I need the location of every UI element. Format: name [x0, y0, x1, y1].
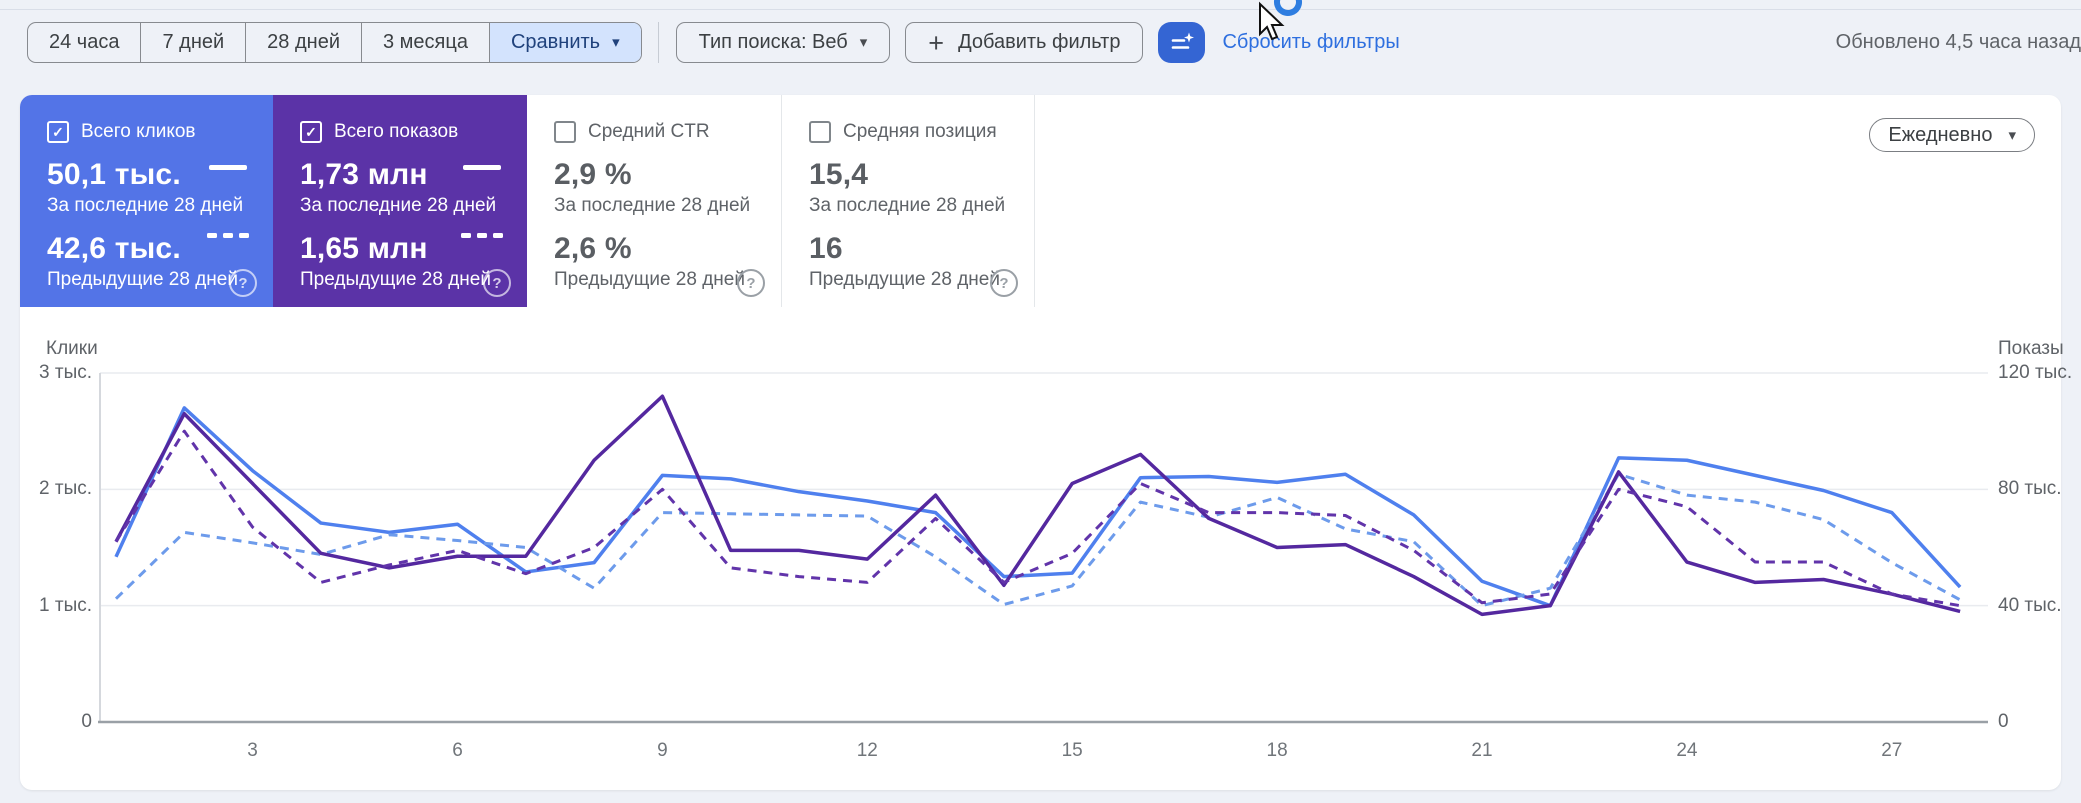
compare-label: Сравнить — [510, 31, 601, 53]
metric-current-value: 2,9 % — [554, 158, 632, 191]
date-range-3[interactable]: 28 дней — [245, 23, 361, 62]
chevron-down-icon: ▾ — [2008, 126, 2016, 144]
metric-current-caption: За последние 28 дней — [809, 195, 1006, 216]
previous-period-line-icon — [461, 233, 503, 238]
help-icon[interactable]: ? — [229, 269, 257, 297]
unchecked-checkbox[interactable] — [554, 121, 576, 143]
x-axis-tick: 18 — [1266, 740, 1288, 761]
left-axis-tick: 2 тыс. — [39, 478, 92, 500]
date-range-group: 24 часа 7 дней 28 дней 3 месяца Сравнить ▾ — [27, 22, 642, 63]
metric-previous-value: 16 — [809, 232, 843, 265]
metric-current-caption: За последние 28 дней — [47, 195, 244, 216]
metric-tile-2[interactable]: ✓ Всего показов 1,73 млн За последние 28 дн… — [273, 95, 527, 307]
tune-sparkle-icon — [1171, 32, 1194, 49]
x-axis-tick: 15 — [1061, 740, 1083, 761]
metric-tile-3[interactable]: Средний CTR 2,9 % За последние 28 дней 2,6 … — [527, 95, 781, 307]
date-range-4[interactable]: 3 месяца — [360, 23, 489, 62]
metric-tile-1[interactable]: ✓ Всего кликов 50,1 тыс. За последние 28 дн… — [20, 95, 273, 307]
metric-title: Всего показов — [334, 121, 459, 142]
metric-tiles: ✓ Всего кликов 50,1 тыс. За последние 28 дн… — [20, 95, 1035, 307]
chevron-down-icon: ▾ — [859, 34, 868, 51]
metric-current-caption: За последние 28 дней — [300, 195, 497, 216]
chevron-down-icon: ▾ — [612, 34, 620, 51]
top-border — [0, 9, 2081, 10]
current-period-line-icon — [463, 165, 501, 170]
metric-previous-value: 2,6 % — [554, 232, 632, 265]
metric-current-value: 1,73 млн — [300, 158, 428, 191]
right-axis-tick: 0 — [1998, 711, 2009, 732]
right-axis-tick: 80 тыс. — [1998, 478, 2062, 500]
current-period-line-icon — [209, 165, 247, 170]
x-axis-tick: 21 — [1471, 740, 1493, 761]
metric-tile-4[interactable]: Средняя позиция 15,4 За последние 28 дней 1… — [781, 95, 1035, 307]
date-range-1[interactable]: 24 часа — [28, 23, 140, 62]
chart-region[interactable] — [100, 373, 1985, 722]
help-icon[interactable]: ? — [737, 269, 765, 297]
left-axis-tick: 3 тыс. — [39, 362, 92, 383]
x-axis-tick: 12 — [856, 740, 878, 761]
add-filter-label: Добавить фильтр — [958, 31, 1121, 53]
checked-checkbox[interactable]: ✓ — [300, 121, 322, 143]
left-axis-tick: 0 — [81, 711, 92, 732]
filter-settings-button[interactable] — [1158, 22, 1206, 63]
left-axis-tick: 1 тыс. — [39, 594, 92, 616]
right-axis-tick: 120 тыс. — [1998, 362, 2073, 383]
help-icon[interactable]: ? — [483, 269, 511, 297]
reset-filters-link[interactable]: Сбросить фильтры — [1222, 22, 1399, 63]
granularity-dropdown[interactable]: Ежедневно ▾ — [1869, 118, 2035, 152]
x-axis-tick: 24 — [1676, 740, 1698, 761]
date-range-2[interactable]: 7 дней — [140, 23, 245, 62]
metric-current-value: 50,1 тыс. — [47, 158, 181, 191]
unchecked-checkbox[interactable] — [809, 121, 831, 143]
metric-title: Средний CTR — [588, 121, 710, 142]
x-axis-tick: 3 — [247, 740, 258, 761]
compare-button[interactable]: Сравнить ▾ — [488, 23, 641, 62]
metric-title: Всего кликов — [81, 121, 196, 142]
previous-period-line-icon — [207, 233, 249, 238]
left-axis-title: Клики — [46, 338, 98, 359]
metric-current-value: 15,4 — [809, 158, 869, 191]
metric-title: Средняя позиция — [843, 121, 997, 142]
search-type-button[interactable]: Тип поиска: Веб ▾ — [675, 22, 891, 63]
add-filter-button[interactable]: + Добавить фильтр — [905, 22, 1144, 63]
help-icon[interactable]: ? — [990, 269, 1018, 297]
toolbar: 24 часа 7 дней 28 дней 3 месяца Сравнить ▾ Ти… — [27, 22, 1400, 63]
x-axis-tick: 6 — [452, 740, 463, 761]
checked-checkbox[interactable]: ✓ — [47, 121, 69, 143]
updated-status: Обновлено 4,5 часа назад — [1835, 31, 2081, 53]
toolbar-divider — [657, 22, 659, 63]
x-axis-tick: 27 — [1881, 740, 1903, 761]
x-axis-tick: 9 — [657, 740, 668, 761]
performance-screen: 24 часа 7 дней 28 дней 3 месяца Сравнить ▾ Ти… — [0, 0, 2081, 803]
metric-current-caption: За последние 28 дней — [554, 195, 751, 216]
granularity-label: Ежедневно — [1888, 123, 1993, 146]
right-axis-tick: 40 тыс. — [1998, 594, 2062, 616]
right-axis-title: Показы — [1998, 338, 2064, 359]
search-type-label: Тип поиска: Веб — [698, 31, 848, 53]
